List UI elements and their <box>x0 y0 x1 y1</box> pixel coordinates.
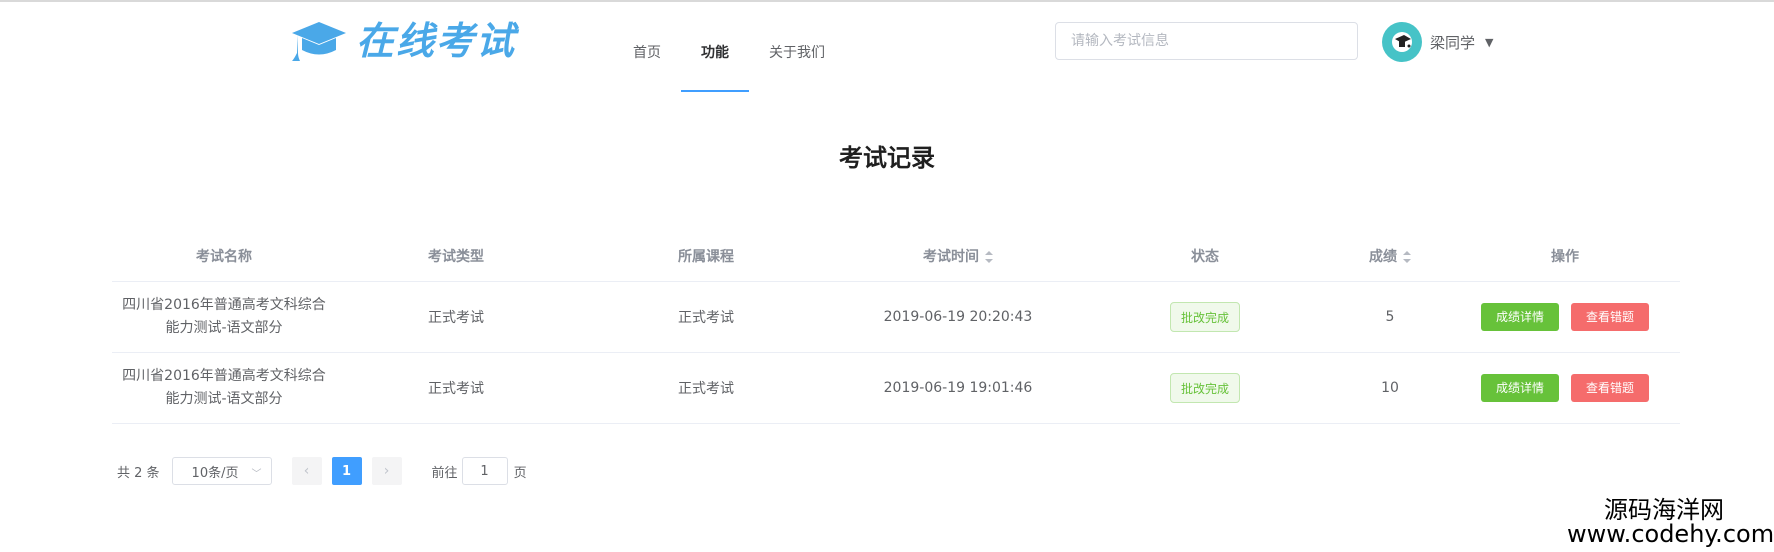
header-score[interactable]: 成绩 <box>1330 246 1450 266</box>
header-status: 状态 <box>1191 248 1219 265</box>
view-wrong-button[interactable]: 查看错题 <box>1571 303 1650 331</box>
page-suffix: 页 <box>513 465 527 481</box>
nav-features[interactable]: 功能 <box>681 30 749 92</box>
exam-type: 正式考试 <box>428 310 484 326</box>
view-wrong-button[interactable]: 查看错题 <box>1571 374 1650 402</box>
page-number-current[interactable]: 1 <box>331 457 362 485</box>
nav-home[interactable]: 首页 <box>610 30 681 84</box>
search-box <box>1055 22 1358 60</box>
exam-time: 2019-06-19 19:01:46 <box>883 380 1033 396</box>
exam-status: 批改完成 <box>1080 373 1330 403</box>
page-title: 考试记录 <box>839 144 935 172</box>
header-actions: 操作 <box>1551 248 1579 265</box>
top-border <box>0 0 1774 2</box>
chevron-down-icon: ﹀ <box>251 469 262 480</box>
header-exam-name: 考试名称 <box>196 248 252 265</box>
prev-page-button[interactable]: ‹ <box>291 457 322 485</box>
watermark-url: www.codehy.com <box>1567 520 1774 548</box>
chevron-right-icon: › <box>383 463 390 479</box>
graduation-cap-icon <box>288 19 350 63</box>
exam-type: 正式考试 <box>428 381 484 397</box>
exam-course: 正式考试 <box>678 381 734 397</box>
goto-page: 前往 1 页 <box>432 457 527 485</box>
score-detail-button[interactable]: 成绩详情 <box>1480 303 1559 331</box>
site-logo[interactable]: 在线考试 <box>288 18 516 64</box>
status-badge: 批改完成 <box>1169 302 1240 332</box>
table-row: 四川省2016年普通高考文科综合 能力测试-语文部分 正式考试 正式考试 201… <box>112 282 1680 353</box>
next-page-button[interactable]: › <box>371 457 402 485</box>
table-row: 四川省2016年普通高考文科综合 能力测试-语文部分 正式考试 正式考试 201… <box>112 353 1680 424</box>
logo-text: 在线考试 <box>356 18 517 63</box>
exam-actions: 成绩详情 查看错题 <box>1450 303 1680 331</box>
sort-icon[interactable] <box>1403 250 1411 263</box>
user-name: 梁同学 <box>1430 33 1476 52</box>
goto-page-input[interactable]: 1 <box>461 457 508 485</box>
chevron-left-icon: ‹ <box>303 463 310 479</box>
search-input[interactable] <box>1056 23 1357 59</box>
exam-time: 2019-06-19 20:20:43 <box>883 309 1033 325</box>
exam-score: 5 <box>1385 309 1395 325</box>
exam-score: 10 <box>1381 380 1399 396</box>
page-size-value: 10条/页 <box>191 465 239 481</box>
avatar-icon <box>1382 22 1422 62</box>
exam-records-table: 考试名称 考试类型 所属课程 考试时间 状态 成绩 操作 四川省2016年普通高… <box>112 230 1680 424</box>
page-size-select[interactable]: 10条/页 ﹀ <box>171 457 272 485</box>
exam-course: 正式考试 <box>678 310 734 326</box>
exam-status: 批改完成 <box>1080 302 1330 332</box>
exam-name: 四川省2016年普通高考文科综合 能力测试-语文部分 <box>122 368 326 407</box>
main-nav: 首页 功能 关于我们 <box>610 30 845 92</box>
caret-down-icon: ▼ <box>1485 35 1494 49</box>
total-count: 共 2 条 <box>117 465 160 481</box>
header-exam-time[interactable]: 考试时间 <box>836 246 1080 266</box>
goto-label: 前往 <box>431 465 458 481</box>
header-course: 所属课程 <box>678 248 734 265</box>
sort-icon[interactable] <box>985 250 993 263</box>
nav-about[interactable]: 关于我们 <box>749 30 845 84</box>
user-menu[interactable]: 梁同学 ▼ <box>1382 22 1493 62</box>
pagination: 共 2 条 10条/页 ﹀ ‹ 1 › 前往 1 页 <box>117 457 527 485</box>
exam-actions: 成绩详情 查看错题 <box>1450 374 1680 402</box>
score-detail-button[interactable]: 成绩详情 <box>1480 374 1559 402</box>
table-header-row: 考试名称 考试类型 所属课程 考试时间 状态 成绩 操作 <box>112 230 1680 282</box>
header-exam-type: 考试类型 <box>428 248 484 265</box>
exam-name: 四川省2016年普通高考文科综合 能力测试-语文部分 <box>122 297 326 336</box>
status-badge: 批改完成 <box>1169 373 1240 403</box>
